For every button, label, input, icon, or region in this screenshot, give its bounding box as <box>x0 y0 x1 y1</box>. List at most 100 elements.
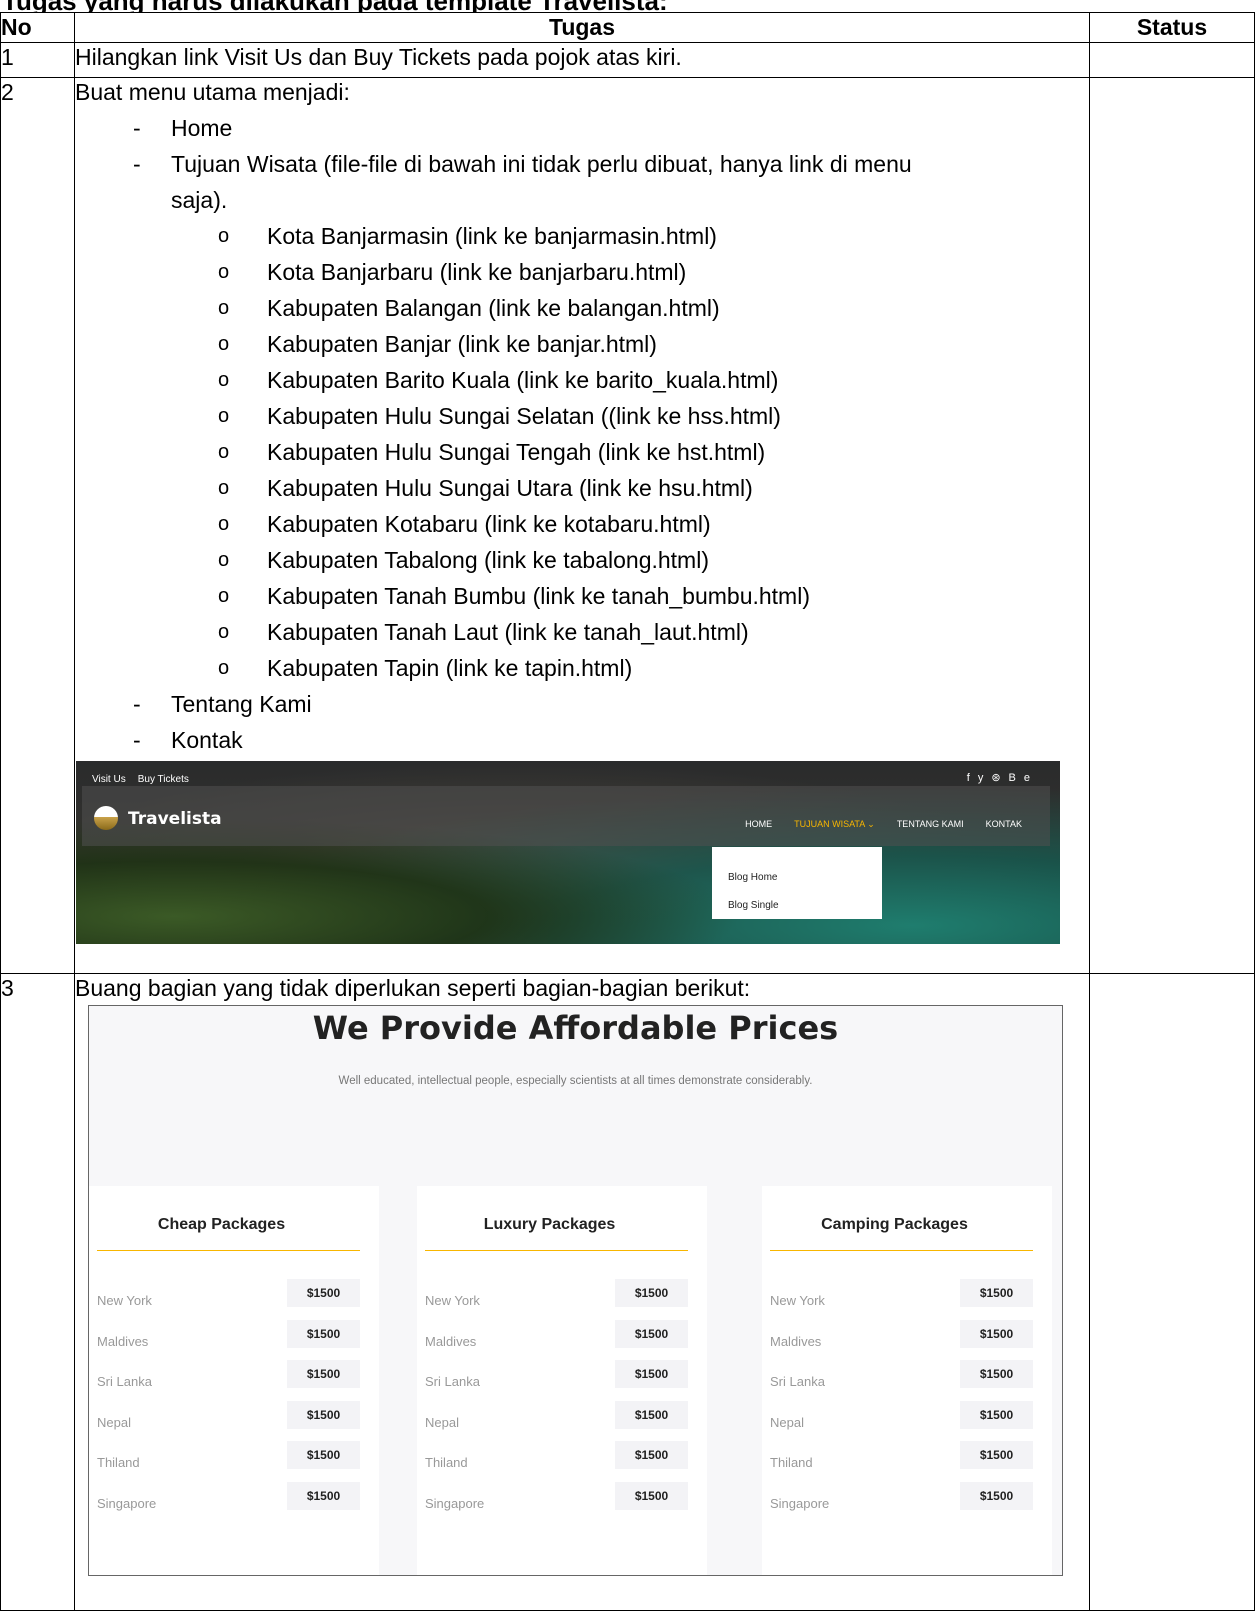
price-value: $1500 <box>287 1319 360 1348</box>
price-column-heading: Luxury Packages <box>483 1216 616 1233</box>
dropdown-menu: Blog Home Blog Single <box>712 847 882 919</box>
circle-bullet: o <box>218 297 230 319</box>
status-cell <box>1089 42 1255 78</box>
dash-bullet: - <box>133 727 141 753</box>
menu-item-kontak: Kontak <box>171 727 243 753</box>
prices-subtitle: Well educated, intellectual people, espe… <box>338 1075 813 1087</box>
row-number: 1 <box>0 42 75 78</box>
heading-underline <box>770 1250 1033 1251</box>
sub-list-label: Kabupaten Hulu Sungai Selatan ((link ke … <box>267 403 781 429</box>
destination-name: Maldives <box>770 1333 822 1349</box>
sub-list-label: Kabupaten Barito Kuala (link ke barito_k… <box>267 367 779 393</box>
destination-name: Nepal <box>770 1414 804 1430</box>
price-value: $1500 <box>615 1400 688 1429</box>
destination-name: Thiland <box>770 1455 813 1470</box>
top-bar: Visit Us Buy Tickets fy⊛Be <box>76 761 1060 785</box>
nav-tujuan-wisata[interactable]: TUJUAN WISATA ⌄ <box>794 819 875 829</box>
task-text: Buat menu utama menjadi: <box>75 79 350 105</box>
price-value: $1500 <box>960 1400 1033 1429</box>
destination-name: Sri Lanka <box>425 1374 480 1389</box>
destination-name: Nepal <box>425 1414 459 1430</box>
destination-name: Nepal <box>97 1414 131 1430</box>
nav-tentang-kami[interactable]: TENTANG KAMI <box>897 819 964 829</box>
logo-icon[interactable] <box>94 806 118 830</box>
dropdown-item-blog-home[interactable]: Blog Home <box>728 863 777 892</box>
visit-us-link[interactable]: Visit Us <box>92 774 126 785</box>
list-item-continued: saja). <box>171 187 228 213</box>
price-value: $1500 <box>960 1279 1033 1307</box>
sub-list-item: o Kabupaten Tanah Laut (link ke tanah_lau… <box>75 618 1089 647</box>
heading-underline <box>97 1250 360 1251</box>
sub-list-label: Kota Banjarmasin (link ke banjarmasin.ht… <box>267 223 717 249</box>
dribbble-icon[interactable]: ⊛ <box>991 772 1008 784</box>
price-row: Thiland $1500 <box>97 1441 360 1470</box>
price-row: Singapore $1500 <box>770 1481 1033 1511</box>
twitter-icon[interactable]: y <box>978 772 992 784</box>
list-item: - Kontak <box>75 726 1089 755</box>
sub-list-item: o Kabupaten Tapin (link ke tapin.html) <box>75 654 1089 683</box>
price-value: $1500 <box>960 1319 1033 1348</box>
sub-list-item: o Kabupaten Barito Kuala (link ke barito_… <box>75 366 1089 395</box>
price-row: Singapore $1500 <box>97 1481 360 1511</box>
sub-list-item: o Kota Banjarbaru (link ke banjarbaru.htm… <box>75 258 1089 287</box>
behance-icon[interactable]: Be <box>1009 772 1038 784</box>
circle-bullet: o <box>218 369 230 391</box>
task-cell: Buat menu utama menjadi: - Home - Tujuan W… <box>74 77 1090 974</box>
menu-item-tentang: Tentang Kami <box>171 691 312 717</box>
price-value: $1500 <box>287 1441 360 1469</box>
nav-home[interactable]: HOME <box>745 819 772 829</box>
task-cell: Buang bagian yang tidak diperlukan seper… <box>74 973 1090 1611</box>
menu-item-tujuan: Tujuan Wisata (file-file di bawah ini ti… <box>171 151 912 177</box>
task-text: Hilangkan link Visit Us dan Buy Tickets … <box>74 42 1090 78</box>
sub-list-label: Kabupaten Kotabaru (link ke kotabaru.htm… <box>267 511 711 537</box>
sub-list-label: Kabupaten Balangan (link ke balangan.htm… <box>267 295 720 321</box>
sub-list-item: o Kota Banjarmasin (link ke banjarmasin.h… <box>75 222 1089 251</box>
price-row: Thiland $1500 <box>770 1441 1033 1470</box>
task-text: Buang bagian yang tidak diperlukan seper… <box>75 975 751 1001</box>
menu-item-home: Home <box>171 115 233 141</box>
header-tugas: Tugas <box>74 12 1090 43</box>
destination-name: Sri Lanka <box>770 1374 825 1389</box>
brand-name[interactable]: Travelista <box>128 805 222 834</box>
destination-name: Maldives <box>97 1333 149 1349</box>
sub-list-item: o Kabupaten Hulu Sungai Selatan ((link ke… <box>75 402 1089 431</box>
sub-list-label: Kabupaten Hulu Sungai Tengah (link ke hs… <box>267 439 766 465</box>
price-value: $1500 <box>287 1279 360 1307</box>
circle-bullet: o <box>218 549 230 571</box>
price-value: $1500 <box>615 1279 688 1307</box>
sub-list-item: o Kabupaten Tanah Bumbu (link ke tanah_bu… <box>75 582 1089 611</box>
heading-fragment: Tugas yang harus dilakukan pada template… <box>2 0 668 12</box>
prices-screenshot: We Provide Affordable Prices Well educat… <box>88 1005 1063 1576</box>
sub-list-label: Kabupaten Tapin (link ke tapin.html) <box>267 655 633 681</box>
circle-bullet: o <box>218 585 230 607</box>
dropdown-item-blog-single[interactable]: Blog Single <box>728 891 779 920</box>
circle-bullet: o <box>218 513 230 535</box>
circle-bullet: o <box>218 621 230 643</box>
list-item: - Home <box>75 114 1089 143</box>
buy-tickets-link[interactable]: Buy Tickets <box>138 774 189 785</box>
destination-name: Thiland <box>97 1455 140 1470</box>
circle-bullet: o <box>218 333 230 355</box>
destination-name: New York <box>97 1293 152 1308</box>
sub-list-item: o Kabupaten Tabalong (link ke tabalong.ht… <box>75 546 1089 575</box>
header-status: Status <box>1089 12 1255 43</box>
circle-bullet: o <box>218 405 230 427</box>
destination-name: Maldives <box>425 1333 477 1349</box>
price-row: Maldives $1500 <box>770 1319 1033 1349</box>
prices-title: We Provide Affordable Prices <box>312 1009 839 1047</box>
facebook-icon[interactable]: f <box>967 772 978 784</box>
heading-underline <box>425 1250 688 1251</box>
destination-name: Sri Lanka <box>97 1374 152 1389</box>
table-row: 3 Buang bagian yang tidak diperlukan sep… <box>0 973 1255 1611</box>
circle-bullet: o <box>218 657 230 679</box>
price-column: Luxury Packages New York $1500 Maldives $150… <box>417 1186 707 1575</box>
destination-name: New York <box>425 1293 480 1308</box>
sub-list-item: o Kabupaten Hulu Sungai Tengah (link ke h… <box>75 438 1089 467</box>
price-row: Singapore $1500 <box>425 1481 688 1511</box>
price-row: Thiland $1500 <box>425 1441 688 1470</box>
price-value: $1500 <box>960 1481 1033 1510</box>
clipped-heading: Tugas yang harus dilakukan pada template… <box>0 0 1255 12</box>
status-cell <box>1089 77 1255 974</box>
nav-kontak[interactable]: KONTAK <box>986 819 1022 829</box>
destination-name: Singapore <box>770 1495 830 1511</box>
